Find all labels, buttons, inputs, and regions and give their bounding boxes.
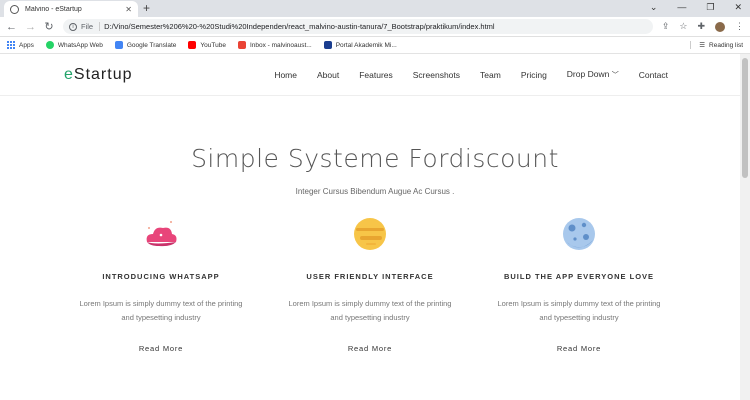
window-controls: ⌄ — ❐ ✕ [650,2,742,13]
tab-search-icon[interactable]: ⌄ [650,2,658,13]
feature-card: INTRODUCING WHATSAPP Lorem Ipsum is simp… [57,214,266,353]
restore-icon[interactable]: ❐ [706,2,714,13]
new-tab-button[interactable]: + [143,1,150,15]
window-close-icon[interactable]: ✕ [734,2,742,13]
bookmark-apps[interactable]: Apps [7,41,34,49]
tab-title: Malvino - eStartup [25,5,82,13]
feature-card: USER FRIENDLY INTERFACE Lorem Ipsum is s… [266,214,475,353]
bookmarks-bar: Apps WhatsApp Web Google Translate YouTu… [0,37,750,54]
chevron-down-icon: ﹀ [611,72,619,79]
forward-icon[interactable]: → [25,21,36,33]
hero-section: Simple Systeme Fordiscount Integer Cursu… [0,96,750,196]
translate-icon [114,41,123,49]
reading-list[interactable]: ☰ Reading list [690,41,743,49]
nav-team[interactable]: Team [480,70,501,80]
nav-pricing[interactable]: Pricing [521,70,547,80]
nav-about[interactable]: About [317,70,339,80]
hero-title: Simple Systeme Fordiscount [191,144,559,173]
nav-features[interactable]: Features [359,70,393,80]
scrollbar-thumb[interactable] [742,58,748,178]
read-more-link[interactable]: Read More [57,344,266,353]
url-scheme: File [81,22,101,31]
page-viewport: eStartup Home About Features Screenshots… [0,54,750,400]
address-bar[interactable]: i File D:/Vino/Semester%206%20-%20Studi%… [63,19,653,34]
bookmark-youtube[interactable]: YouTube [188,41,226,49]
bookmark-portal-akademik[interactable]: Portal Akademik Mi... [323,41,397,49]
bookmark-google-translate[interactable]: Google Translate [114,41,176,49]
read-more-link[interactable]: Read More [266,344,475,353]
profile-avatar[interactable] [715,21,725,32]
features-row: INTRODUCING WHATSAPP Lorem Ipsum is simp… [0,214,740,353]
nav-dropdown[interactable]: Drop Down ﹀ [567,69,619,80]
info-icon[interactable]: i [69,22,77,31]
browser-tab[interactable]: Malvino - eStartup ✕ [4,1,138,17]
read-more-link[interactable]: Read More [475,344,684,353]
tab-close-icon[interactable]: ✕ [125,5,132,14]
site-navbar: eStartup Home About Features Screenshots… [0,54,750,96]
hero-subtitle: Integer Cursus Bibendum Augue Ac Cursus … [295,187,455,196]
menu-dots-icon[interactable]: ⋮ [735,21,744,32]
bookmark-star-icon[interactable]: ☆ [679,21,687,32]
moon-icon [475,214,684,254]
share-icon[interactable]: ⇪ [662,21,670,32]
extensions-icon[interactable]: ✚ [697,21,705,32]
url-text: D:/Vino/Semester%206%20-%20Studi%20Indep… [104,22,495,31]
bookmark-inbox[interactable]: Inbox - malvinoaust... [237,41,312,49]
browser-tab-strip: Malvino - eStartup ✕ + ⌄ — ❐ ✕ [0,0,750,17]
apps-grid-icon [7,41,15,49]
nav-menu: Home About Features Screenshots Team Pri… [274,69,668,80]
feature-card: BUILD THE APP EVERYONE LOVE Lorem Ipsum … [475,214,684,353]
youtube-icon [188,41,197,49]
planet-icon [266,214,475,254]
address-toolbar: ← → ↻ i File D:/Vino/Semester%206%20-%20… [0,17,750,37]
whatsapp-icon [45,41,54,49]
nav-home[interactable]: Home [274,70,297,80]
cloud-icon [57,214,266,254]
site-logo[interactable]: eStartup [64,66,133,84]
bookmark-whatsapp[interactable]: WhatsApp Web [45,41,103,49]
minimize-icon[interactable]: — [677,2,686,13]
nav-screenshots[interactable]: Screenshots [413,70,460,80]
globe-icon [10,4,19,14]
back-icon[interactable]: ← [6,21,17,33]
reload-icon[interactable]: ↻ [44,20,54,33]
page-scrollbar[interactable] [740,54,750,400]
portal-icon [323,41,332,49]
reading-list-icon: ☰ [699,42,706,49]
nav-contact[interactable]: Contact [639,70,668,80]
gmail-icon [237,41,246,49]
